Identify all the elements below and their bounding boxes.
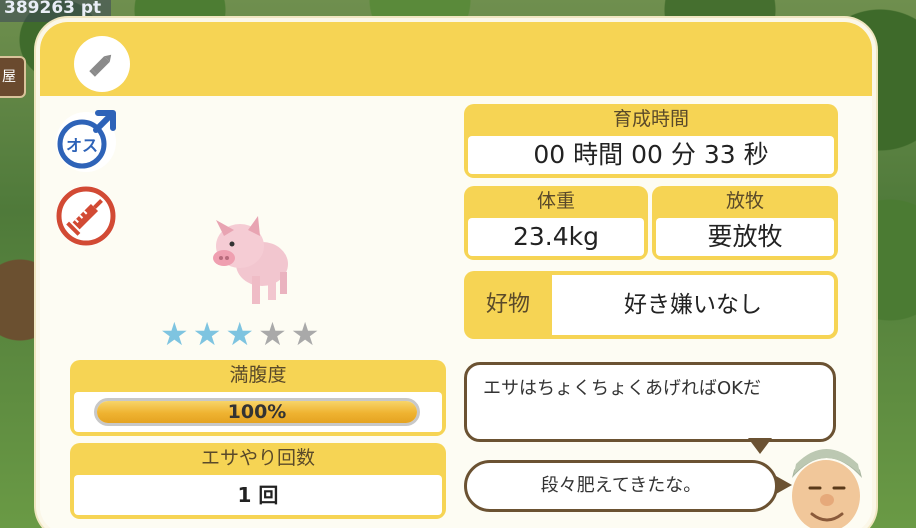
feeding-count-value: 1 回	[74, 475, 442, 515]
farmer-avatar	[792, 449, 862, 528]
fullness-percent: 100%	[227, 401, 287, 423]
pig-status-panel: オス ★ ★ ★ ★ ★ 満腹度 100% エサやり回数 1 回 育成時間 00…	[36, 18, 876, 528]
male-label: オス	[66, 136, 98, 155]
grazing-box: 放牧 要放牧	[652, 186, 838, 260]
star-filled-icon: ★	[160, 315, 189, 353]
weight-label: 体重	[536, 190, 575, 212]
weight-value: 23.4kg	[468, 218, 644, 256]
fullness-value-area: 100%	[74, 392, 442, 432]
star-filled-icon: ★	[225, 315, 255, 353]
male-icon[interactable]: オス	[56, 110, 116, 172]
fullness-bar: 100%	[94, 398, 420, 426]
edit-name-button[interactable]	[74, 36, 130, 92]
fullness-box: 満腹度 100%	[70, 360, 446, 436]
panel-header	[40, 22, 872, 96]
grow-time-value: 00 時間 00 分 33 秒	[468, 136, 834, 174]
farmer-speech-bubble-1: エサはちょくちょくあげればOKだ	[464, 362, 836, 442]
favorite-food-box: 好物 好き嫌いなし	[464, 271, 838, 339]
farmer-speech-bubble-2: 段々肥えてきたな。	[464, 460, 778, 512]
favorite-food-label: 好物	[485, 292, 530, 317]
star-filled-icon: ★	[192, 315, 222, 353]
feeding-count-label: エサやり回数	[200, 447, 315, 469]
grow-time-label: 育成時間	[612, 108, 689, 130]
grow-time-box: 育成時間 00 時間 00 分 33 秒	[464, 104, 838, 178]
rating-stars: ★ ★ ★ ★ ★	[160, 318, 319, 350]
speech-tail-1	[748, 438, 772, 454]
favorite-food-value: 好き嫌いなし	[552, 275, 834, 335]
grazing-label: 放牧	[725, 190, 764, 212]
grazing-value: 要放牧	[656, 218, 834, 256]
weight-box: 体重 23.4kg	[464, 186, 648, 260]
feeding-count-box: エサやり回数 1 回	[70, 443, 446, 519]
pencil-icon	[89, 54, 112, 77]
fullness-label: 満腹度	[229, 364, 287, 386]
star-empty-icon: ★	[290, 315, 320, 353]
syringe-icon[interactable]	[56, 186, 116, 246]
side-building-tag[interactable]: 屋	[0, 56, 26, 98]
pig-image	[213, 216, 288, 304]
star-empty-icon: ★	[258, 315, 287, 353]
